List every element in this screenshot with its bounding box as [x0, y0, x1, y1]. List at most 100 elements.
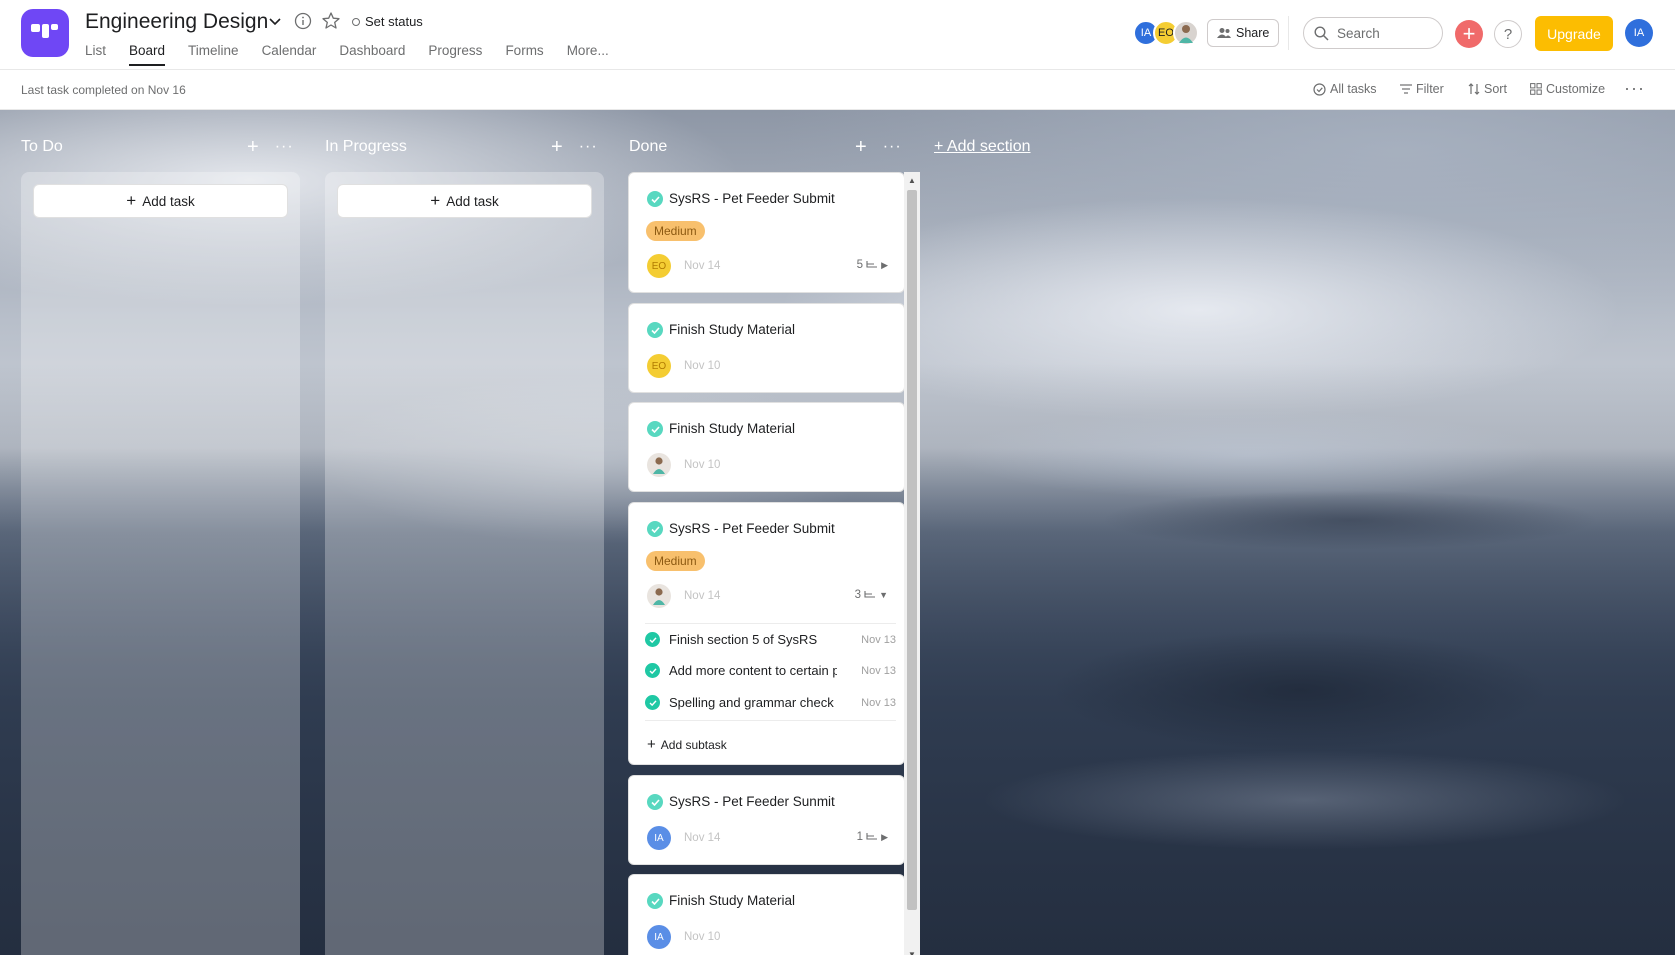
- customize-label: Customize: [1546, 82, 1606, 96]
- task-card[interactable]: SysRS - Pet Feeder Submit Medium EO Nov …: [628, 172, 905, 293]
- task-card[interactable]: Finish Study Material Nov 10: [628, 402, 905, 492]
- add-section-button[interactable]: + Add section: [934, 138, 1031, 156]
- upgrade-button[interactable]: Upgrade: [1535, 16, 1613, 51]
- info-icon[interactable]: [294, 12, 312, 30]
- plus-icon: +: [430, 191, 441, 210]
- subtask-count-value: 1: [856, 831, 864, 843]
- scroll-down-icon[interactable]: ▼: [904, 946, 920, 955]
- due-date: Nov 10: [684, 360, 721, 372]
- search-input[interactable]: Search: [1303, 17, 1443, 49]
- add-task-button[interactable]: + Add task: [337, 184, 592, 218]
- task-card[interactable]: SysRS - Pet Feeder Sunmit IA Nov 14 1 ▶: [628, 775, 905, 865]
- column-more-icon[interactable]: ···: [275, 138, 294, 159]
- completed-check-icon[interactable]: [647, 421, 663, 437]
- assignee-avatar[interactable]: EO: [647, 254, 671, 278]
- subtask-row[interactable]: Add more content to certain p Nov 13: [645, 655, 896, 687]
- subtask-check-icon[interactable]: [645, 695, 660, 710]
- task-card[interactable]: Finish Study Material IA Nov 10: [628, 874, 905, 955]
- column-done: SysRS - Pet Feeder Submit Medium EO Nov …: [628, 172, 923, 955]
- due-date: Nov 10: [684, 931, 721, 943]
- divider: [1288, 16, 1289, 50]
- project-logo-icon[interactable]: [21, 9, 69, 57]
- column-todo: [21, 172, 300, 955]
- tab-timeline[interactable]: Timeline: [188, 43, 239, 64]
- subtask-title: Spelling and grammar check: [669, 695, 834, 710]
- sort-icon: [1468, 83, 1480, 95]
- due-date: Nov 14: [684, 260, 721, 272]
- task-title: Finish Study Material: [669, 893, 796, 908]
- subtask-row[interactable]: Finish section 5 of SysRS Nov 13: [645, 623, 896, 655]
- tab-list[interactable]: List: [85, 43, 106, 64]
- all-tasks-label: All tasks: [1330, 82, 1377, 96]
- assignee-avatar[interactable]: EO: [647, 354, 671, 378]
- add-task-plus-icon[interactable]: +: [855, 136, 867, 159]
- tab-forms[interactable]: Forms: [505, 43, 543, 64]
- tab-dashboard[interactable]: Dashboard: [339, 43, 405, 64]
- customize-button[interactable]: Customize: [1530, 82, 1605, 96]
- all-tasks-button[interactable]: All tasks: [1313, 82, 1377, 96]
- subtask-icon: [866, 833, 878, 840]
- column-title-done[interactable]: Done: [629, 138, 667, 156]
- column-more-icon[interactable]: ···: [579, 138, 598, 159]
- priority-tag: Medium: [646, 551, 705, 571]
- due-date: Nov 10: [684, 459, 721, 471]
- people-icon: [1217, 28, 1231, 38]
- column-title-in-progress[interactable]: In Progress: [325, 138, 407, 156]
- chevron-down-icon[interactable]: [266, 12, 284, 30]
- avatar-photo-icon: [1173, 20, 1199, 46]
- project-members[interactable]: IA EO: [1133, 20, 1199, 46]
- add-task-plus-icon[interactable]: +: [247, 136, 259, 159]
- task-title: Finish Study Material: [669, 322, 796, 337]
- due-date: Nov 14: [684, 590, 721, 602]
- task-card[interactable]: Finish Study Material EO Nov 10: [628, 303, 905, 393]
- subtask-check-icon[interactable]: [645, 663, 660, 678]
- set-status-label: Set status: [365, 14, 423, 29]
- add-task-button[interactable]: + Add task: [33, 184, 288, 218]
- completed-check-icon[interactable]: [647, 322, 663, 338]
- subtask-date: Nov 13: [861, 697, 896, 709]
- scrollbar-thumb[interactable]: [907, 190, 917, 910]
- board-area: To Do + ··· + Add task In Progress + ···…: [0, 110, 1675, 955]
- sort-button[interactable]: Sort: [1468, 82, 1507, 96]
- subtask-count[interactable]: 3 ▼: [855, 589, 888, 601]
- assignee-avatar-photo-icon[interactable]: [647, 584, 671, 608]
- caret-right-icon: ▶: [881, 831, 888, 842]
- column-title-todo[interactable]: To Do: [21, 138, 63, 156]
- add-subtask-button[interactable]: + Add subtask: [647, 736, 727, 753]
- task-card[interactable]: SysRS - Pet Feeder Submit Medium Nov 14 …: [628, 502, 905, 765]
- search-icon: [1314, 25, 1329, 41]
- more-options-icon[interactable]: ···: [1624, 78, 1645, 99]
- assignee-avatar-photo-icon[interactable]: [647, 453, 671, 477]
- search-placeholder: Search: [1337, 25, 1380, 41]
- caret-down-icon: ▼: [879, 590, 888, 600]
- subtask-count[interactable]: 1 ▶: [857, 831, 888, 843]
- set-status-button[interactable]: Set status: [352, 14, 423, 29]
- subtask-date: Nov 13: [861, 665, 896, 677]
- quick-add-button[interactable]: +: [1455, 20, 1483, 48]
- assignee-avatar[interactable]: IA: [647, 925, 671, 949]
- assignee-avatar[interactable]: IA: [647, 826, 671, 850]
- tab-progress[interactable]: Progress: [428, 43, 482, 64]
- subtask-check-icon[interactable]: [645, 632, 660, 647]
- add-task-plus-icon[interactable]: +: [551, 136, 563, 159]
- share-button[interactable]: Share: [1207, 19, 1280, 47]
- filter-button[interactable]: Filter: [1400, 82, 1444, 96]
- star-icon[interactable]: [321, 11, 341, 31]
- board-toolbar: Last task completed on Nov 16 All tasks …: [0, 70, 1675, 110]
- tab-board[interactable]: Board: [129, 43, 166, 66]
- background-wave: [1050, 630, 1550, 750]
- column-more-icon[interactable]: ···: [883, 138, 902, 159]
- tab-more[interactable]: More...: [567, 43, 609, 64]
- help-button[interactable]: ?: [1494, 20, 1522, 48]
- subtask-count[interactable]: 5 ▶: [857, 259, 888, 271]
- completed-check-icon[interactable]: [647, 521, 663, 537]
- column-actions: + ···: [855, 136, 902, 159]
- project-title[interactable]: Engineering Design: [85, 10, 268, 34]
- completed-check-icon[interactable]: [647, 794, 663, 810]
- scroll-up-icon[interactable]: ▲: [904, 172, 920, 188]
- user-avatar[interactable]: IA: [1625, 19, 1653, 47]
- subtask-row[interactable]: Spelling and grammar check Nov 13: [645, 687, 896, 721]
- tab-calendar[interactable]: Calendar: [262, 43, 317, 64]
- completed-check-icon[interactable]: [647, 893, 663, 909]
- completed-check-icon[interactable]: [647, 191, 663, 207]
